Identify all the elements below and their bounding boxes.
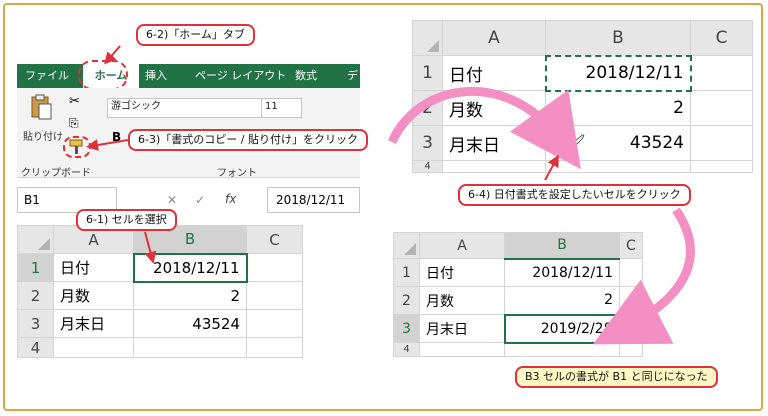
pointer-home [104, 45, 121, 65]
callout-select-cell: 6-1) セルを選択 [76, 209, 177, 231]
callout-home-tab: 6-2)「ホーム」タブ [136, 24, 255, 46]
arrows-layer [86, 45, 695, 345]
pointer-painter [86, 139, 129, 151]
callout-result: B3 セルの書式が B1 と同じになった [515, 366, 718, 388]
pointer-select [144, 231, 157, 264]
callout-click-target: 6-4) 日付書式を設定したいセルをクリック [458, 184, 691, 206]
callout-format-painter: 6-3)「書式のコピー / 貼り付け」をクリック [128, 129, 368, 151]
pointer-target [544, 154, 559, 181]
arrow-to-result [592, 207, 695, 345]
arrow-to-target [387, 87, 581, 170]
